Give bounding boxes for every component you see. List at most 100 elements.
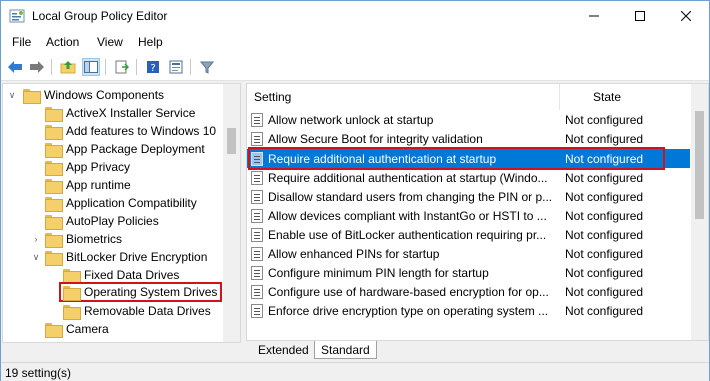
close-button[interactable] [663,1,709,31]
export-list-button[interactable] [113,58,131,76]
tree-scrollbar[interactable] [223,84,240,342]
forward-button[interactable] [28,58,46,76]
table-row[interactable]: Require additional authentication at sta… [247,168,690,187]
table-row[interactable]: Allow devices compliant with InstantGo o… [247,206,690,225]
policy-setting-icon [251,112,263,127]
forward-icon [30,61,44,73]
setting-state: Not configured [565,189,644,204]
tree-item-bitlocker[interactable]: ∨ BitLocker Drive Encryption [31,248,207,266]
tree-item[interactable]: AutoPlay Policies [45,212,159,230]
menu-action[interactable]: Action [46,35,79,49]
menu-view[interactable]: View [97,35,123,49]
chevron-down-icon[interactable]: ∨ [31,252,41,263]
menu-help[interactable]: Help [138,35,163,49]
setting-state: Not configured [565,265,644,280]
tree-item[interactable]: ActiveX Installer Service [45,104,195,122]
table-row[interactable]: Enable use of BitLocker authentication r… [247,225,690,244]
tree-item[interactable]: App runtime [45,176,131,194]
tree-item-label: Camera [66,322,109,336]
minimize-button[interactable] [571,1,617,31]
setting-name: Require additional authentication at sta… [268,151,497,166]
tab-standard[interactable]: Standard [314,341,377,359]
tree-item-label: Operating System Drives [84,285,218,299]
chevron-down-icon[interactable]: ∨ [7,90,17,101]
show-hide-tree-icon [84,61,98,73]
tree-item-label: App runtime [66,178,131,192]
tree-item-label: AutoPlay Policies [66,214,159,228]
column-header-setting[interactable]: Setting [254,84,554,110]
tree-item[interactable]: Removable Data Drives [63,302,211,320]
properties-view-button[interactable] [167,58,185,76]
folder-icon [63,268,81,284]
tree-item[interactable]: Application Compatibility [45,194,197,212]
tree-item-windows-components[interactable]: ∨ Windows Components [7,86,164,104]
app-window: Local Group Policy Editor File Action Vi… [0,0,710,381]
tree-pane: ∨ Windows Components ActiveX Installer S… [2,83,241,343]
tree-item-label: Windows Components [44,88,165,102]
policy-setting-icon [251,170,263,185]
policy-setting-icon [251,227,263,242]
toolbar-separator [51,59,52,75]
table-row[interactable]: Allow network unlock at startup Not conf… [247,110,690,129]
table-row[interactable]: Allow Secure Boot for integrity validati… [247,129,690,148]
policy-setting-icon [251,208,263,223]
tab-label: Standard [321,342,370,357]
table-row[interactable]: Allow enhanced PINs for startup Not conf… [247,244,690,263]
tree-item[interactable]: Camera [45,320,109,338]
column-header-label: Setting [254,90,292,104]
setting-state: Not configured [565,131,644,146]
filter-button[interactable] [198,58,216,76]
policy-setting-icon [251,265,263,280]
back-button[interactable] [6,58,24,76]
table-row-selected[interactable]: Require additional authentication at sta… [247,149,690,168]
minimize-icon [589,15,599,17]
table-row[interactable]: Configure use of hardware-based encrypti… [247,282,690,301]
folder-icon [63,285,81,301]
setting-name: Allow Secure Boot for integrity validati… [268,131,483,146]
tree-item[interactable]: Add features to Windows 10 [45,122,216,140]
folder-icon [45,322,63,338]
tree-item-label: Add features to Windows 10 [66,124,217,138]
column-header-state[interactable]: State [593,84,673,110]
scrollbar-thumb[interactable] [227,128,236,154]
maximize-button[interactable] [617,1,663,31]
folder-icon [45,178,63,194]
up-folder-icon [60,61,76,74]
tree-item[interactable]: App Package Deployment [45,140,205,158]
tree-item-biometrics[interactable]: › Biometrics [31,230,122,248]
table-row[interactable]: Disallow standard users from changing th… [247,187,690,206]
setting-state: Not configured [565,227,644,242]
setting-name: Disallow standard users from changing th… [268,189,553,204]
table-row[interactable]: Configure minimum PIN length for startup… [247,263,690,282]
folder-open-icon [23,88,41,104]
chevron-right-icon[interactable]: › [31,234,41,244]
settings-list-pane: Setting State Allow network unlock at st… [246,83,709,341]
column-header-label: State [593,90,622,104]
folder-icon [45,160,63,176]
setting-state: Not configured [565,246,644,261]
policy-setting-icon [251,246,263,261]
setting-state: Not configured [565,284,644,299]
tree-item-label: BitLocker Drive Encryption [66,250,208,264]
status-text: 19 setting(s) [5,366,72,380]
policy-setting-icon [251,131,263,146]
menu-file[interactable]: File [12,35,31,49]
tree-item[interactable]: App Privacy [45,158,130,176]
setting-name: Configure use of hardware-based encrypti… [268,284,549,299]
show-hide-tree-button[interactable] [82,58,100,76]
tab-extended[interactable]: Extended [252,341,316,359]
scrollbar-thumb[interactable] [695,111,704,219]
setting-state: Not configured [565,112,644,127]
setting-name: Allow enhanced PINs for startup [268,246,440,261]
column-divider[interactable] [559,84,560,110]
list-scrollbar[interactable] [691,84,708,340]
help-button[interactable]: ? [144,58,162,76]
policy-setting-icon [251,284,263,299]
tree-item-operating-system-drives[interactable]: Operating System Drives [59,282,223,302]
setting-name: Allow devices compliant with InstantGo o… [268,208,547,223]
setting-name: Require additional authentication at sta… [268,170,548,185]
setting-name: Configure minimum PIN length for startup [268,265,489,280]
table-row[interactable]: Enforce drive encryption type on operati… [247,301,690,320]
toolbar: ? [1,53,709,81]
up-one-level-button[interactable] [59,58,77,76]
